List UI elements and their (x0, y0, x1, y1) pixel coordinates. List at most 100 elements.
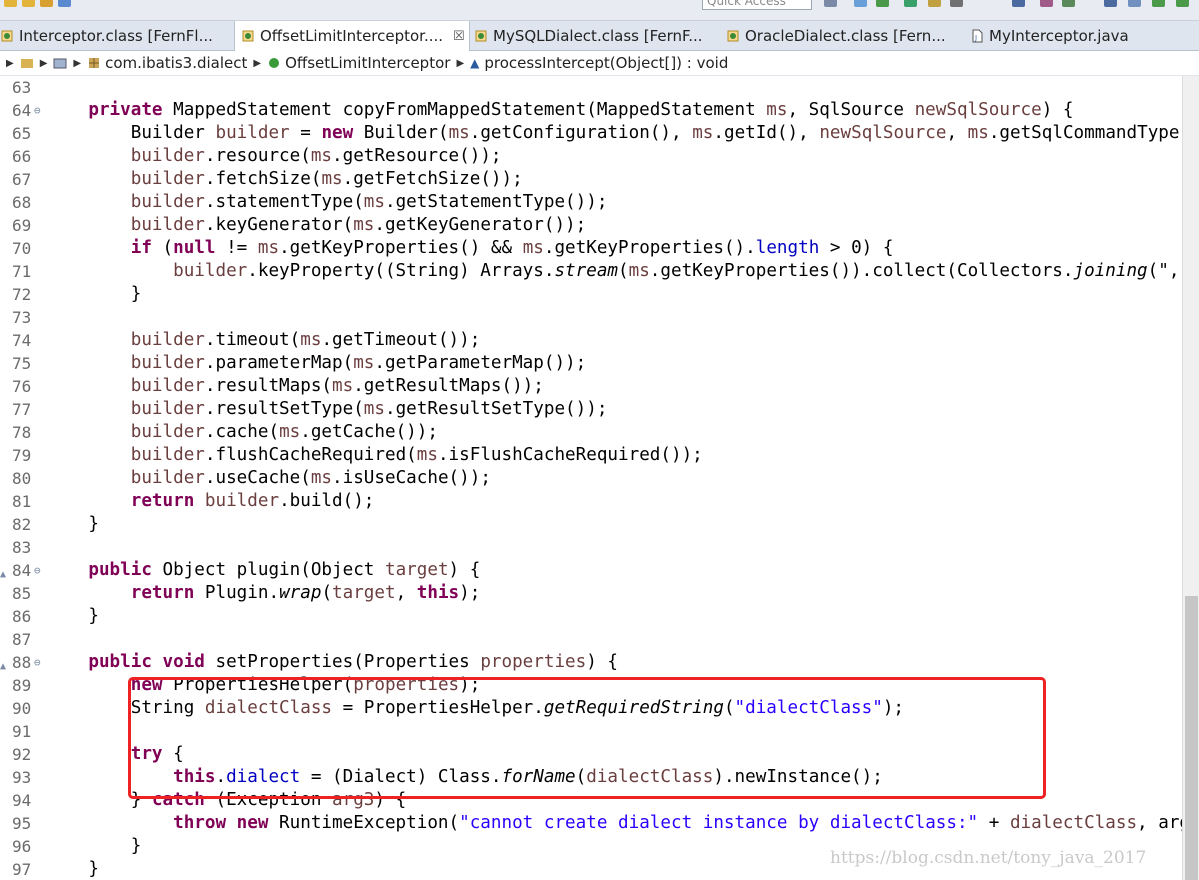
code-line[interactable]: throw new RuntimeException("cannot creat… (46, 812, 1182, 835)
code-token: MappedStatement copyFromMappedStatement(… (162, 100, 767, 120)
chevron-right-icon[interactable]: ▶ (73, 58, 81, 69)
code-token: ms (353, 353, 375, 373)
code-line[interactable]: builder.resultSetType(ms.getResultSetTyp… (46, 398, 608, 421)
line-number: 65 (12, 124, 32, 143)
code-line[interactable]: } (46, 605, 99, 628)
toolbar-icon[interactable] (876, 0, 889, 7)
code-line[interactable]: builder.resource(ms.getResource()); (46, 145, 502, 168)
code-token: target (332, 583, 396, 603)
code-line[interactable]: builder.fetchSize(ms.getFetchSize()); (46, 168, 523, 191)
toolbar-icon[interactable] (824, 0, 837, 7)
code-line[interactable]: builder.timeout(ms.getTimeout()); (46, 329, 481, 352)
toolbar-icon[interactable] (1152, 0, 1165, 7)
source-folder-icon[interactable] (53, 56, 67, 70)
close-icon[interactable]: ☒ (453, 29, 465, 44)
toolbar-icon[interactable] (1176, 0, 1189, 7)
code-token: > 0) { (819, 238, 894, 258)
code-line[interactable]: } (46, 283, 142, 306)
tab-label: MyInterceptor.java (989, 26, 1129, 45)
line-number: 66 (12, 147, 32, 166)
toolbar-icon[interactable] (950, 0, 963, 7)
code-token: .getKeyGenerator()); (374, 215, 587, 235)
code-line[interactable]: builder.resultMaps(ms.getResultMaps()); (46, 375, 544, 398)
code-line[interactable]: } (46, 835, 142, 858)
code-token: builder (173, 261, 248, 281)
code-line[interactable]: } (46, 513, 99, 536)
breadcrumb-method[interactable]: ▲ processIntercept(Object[]) : void (470, 54, 728, 72)
fold-collapse-icon[interactable]: ⊖ (34, 99, 41, 122)
breadcrumb-class[interactable]: OffsetLimitInterceptor (267, 54, 450, 72)
toolbar-icon[interactable] (4, 0, 17, 7)
code-line[interactable]: private MappedStatement copyFromMappedSt… (46, 99, 1073, 122)
breadcrumb-class-label: OffsetLimitInterceptor (285, 54, 451, 72)
tab-offsetlimitinterceptor[interactable]: OffsetLimitInterceptor.... ☒ (234, 21, 470, 51)
tab-mysqldialect-class[interactable]: MySQLDialect.class [FernF... (474, 21, 714, 50)
main-toolbar: Quick Access (0, 0, 1199, 21)
code-line[interactable]: builder.keyGenerator(ms.getKeyGenerator(… (46, 214, 587, 237)
chevron-right-icon[interactable]: ▶ (6, 58, 14, 69)
code-line[interactable]: public void setProperties(Properties pro… (46, 651, 618, 674)
tab-oracledialect-class[interactable]: OracleDialect.class [Fern... (726, 21, 962, 50)
code-token: this (416, 583, 460, 603)
code-line[interactable]: builder.useCache(ms.isUseCache()); (46, 467, 491, 490)
code-token: .getSqlCommandType()); (988, 123, 1182, 143)
code-line[interactable]: builder.statementType(ms.getStatementTyp… (46, 191, 608, 214)
code-line[interactable]: if (null != ms.getKeyProperties() && ms.… (46, 237, 894, 260)
line-number: 81 (12, 492, 32, 511)
code-line[interactable]: public Object plugin(Object target) { (46, 559, 480, 582)
toolbar-icon[interactable] (904, 0, 917, 7)
tab-label: Interceptor.class [FernFl... (19, 26, 213, 45)
fold-collapse-icon[interactable]: ⊖ (34, 559, 41, 582)
scrollbar-thumb[interactable] (1185, 596, 1198, 880)
code-line[interactable]: return Plugin.wrap(target, this); (46, 582, 481, 605)
code-token: return (130, 491, 195, 511)
line-number: 74 (12, 331, 32, 350)
toolbar-icon[interactable] (22, 0, 35, 7)
toolbar-icon[interactable] (58, 0, 71, 7)
line-number: 84 (12, 561, 32, 580)
chevron-right-icon[interactable]: ▶ (40, 58, 48, 69)
vertical-scrollbar[interactable] (1182, 76, 1199, 880)
code-token: ms (300, 330, 322, 350)
toolbar-icon[interactable] (1062, 0, 1075, 7)
toolbar-icon[interactable] (1104, 0, 1117, 7)
line-number: 67 (12, 170, 32, 189)
code-token: ms (321, 169, 343, 189)
toolbar-icon[interactable] (928, 0, 941, 7)
code-token: != (215, 238, 258, 258)
chevron-right-icon[interactable]: ▶ (253, 58, 261, 69)
code-token: newSqlSource (914, 100, 1042, 120)
toolbar-icon[interactable] (1040, 0, 1053, 7)
fold-collapse-icon[interactable]: ⊖ (34, 651, 41, 674)
tab-interceptor-class[interactable]: Interceptor.class [FernFl... (0, 21, 232, 50)
toolbar-icon[interactable] (1012, 0, 1025, 7)
code-line[interactable]: builder.flushCacheRequired(ms.isFlushCac… (46, 444, 703, 467)
code-token: (","))); (1147, 261, 1182, 281)
breadcrumb-package-label: com.ibatis3.dialect (105, 54, 248, 72)
code-line[interactable]: Builder builder = new Builder(ms.getConf… (46, 122, 1182, 145)
quick-access-input[interactable]: Quick Access (702, 0, 812, 10)
code-token: .getKeyProperties() && (279, 238, 523, 258)
toolbar-icon[interactable] (1128, 0, 1141, 7)
code-line[interactable]: builder.keyProperty((String) Arrays.stre… (46, 260, 1182, 283)
code-token: } (46, 514, 99, 534)
code-line[interactable]: builder.parameterMap(ms.getParameterMap(… (46, 352, 587, 375)
toolbar-icon[interactable] (40, 0, 53, 7)
chevron-right-icon[interactable]: ▶ (456, 58, 464, 69)
code-line[interactable]: } (46, 858, 99, 880)
project-icon[interactable] (20, 56, 34, 70)
code-line[interactable]: return builder.build(); (46, 490, 375, 513)
toolbar-icon[interactable] (854, 0, 867, 7)
code-token: ) { (448, 560, 481, 580)
code-line[interactable]: builder.cache(ms.getCache()); (46, 421, 438, 444)
tab-myinterceptor-java[interactable]: J MyInterceptor.java (970, 21, 1170, 50)
breadcrumb-package[interactable]: com.ibatis3.dialect (87, 54, 247, 72)
line-number: 69 (12, 216, 32, 235)
line-number: 68 (12, 193, 32, 212)
code-token: builder (130, 215, 205, 235)
